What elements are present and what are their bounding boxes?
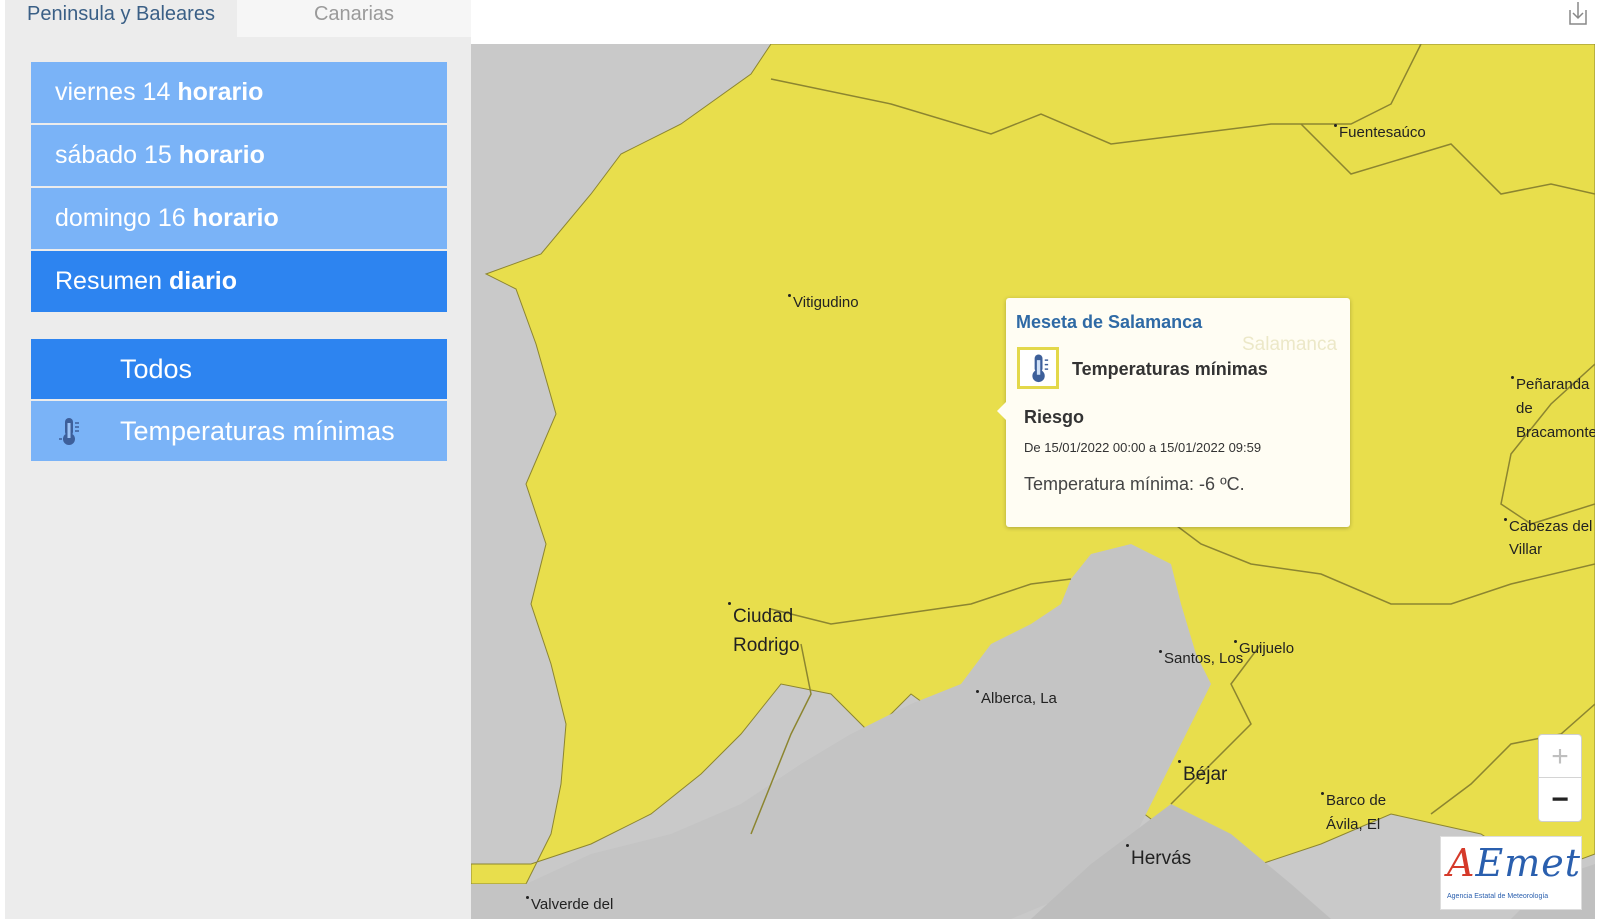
place-fuentesauco: Fuentesaúco <box>1334 124 1426 142</box>
side-panel: Peninsula y Baleares Canarias viernes 14… <box>5 0 471 919</box>
popup-phenomenon: Temperaturas mínimas <box>1072 359 1268 379</box>
zoom-control: + − <box>1538 734 1582 822</box>
day-name: viernes 14 <box>55 78 171 106</box>
place-vitigudino: Vitigudino <box>788 294 859 312</box>
day-name: Resumen <box>55 267 162 295</box>
day-button-viernes[interactable]: viernes 14 horario <box>31 62 447 123</box>
day-mode: diario <box>168 267 238 295</box>
place-barco: Barco de <box>1321 792 1386 810</box>
zoom-in-button[interactable]: + <box>1539 735 1581 778</box>
filter-label: Temperaturas mínimas <box>120 416 395 446</box>
place-cabezas: Cabezas del <box>1504 518 1592 536</box>
ghost-place-salamanca: Salamanca <box>1242 334 1338 355</box>
popup-icon-box <box>1017 347 1059 389</box>
phenomenon-filter-list: Todos Temperaturas mínimas <box>31 339 447 463</box>
day-button-resumen[interactable]: Resumen diario <box>31 251 447 312</box>
day-mode: horario <box>178 141 265 169</box>
day-mode: horario <box>192 204 279 232</box>
day-name: sábado 15 <box>55 141 172 169</box>
logo-subtitle: Agencia Estatal de Meteorología <box>1447 893 1549 900</box>
popup-dates: De 15/01/2022 00:00 a 15/01/2022 09:59 <box>1024 440 1262 455</box>
place-santos: Santos, Los <box>1159 650 1243 668</box>
place-valverde: Valverde del <box>526 896 613 914</box>
place-bejar: Béjar <box>1178 760 1227 789</box>
thermometer-icon <box>1032 354 1049 383</box>
region-tabs: Peninsula y Baleares Canarias <box>5 0 471 37</box>
place-ciudad-rodrigo-2: Rodrigo <box>733 635 800 656</box>
day-button-domingo[interactable]: domingo 16 horario <box>31 188 447 249</box>
logo-wordmark: AEmet <box>1447 841 1581 885</box>
filter-label: Todos <box>120 354 193 384</box>
aemet-logo: AEmet Agencia Estatal de Meteorología <box>1440 836 1582 910</box>
popup-description: Temperatura mínima: -6 ºC. <box>1024 474 1245 494</box>
place-guijuelo: Guijuelo <box>1234 640 1294 658</box>
place-barco-2: Ávila, El <box>1326 816 1381 833</box>
download-icon[interactable] <box>1567 0 1589 26</box>
zoom-out-button[interactable]: − <box>1539 778 1581 821</box>
popup-level: Riesgo <box>1024 407 1085 427</box>
day-name: domingo 16 <box>55 204 186 232</box>
day-list: viernes 14 horario sábado 15 horario dom… <box>31 62 447 314</box>
place-penaranda: Peñaranda <box>1511 376 1589 394</box>
place-alberca: Alberca, La <box>976 690 1057 708</box>
place-penaranda-2: de <box>1516 400 1533 417</box>
day-button-sabado[interactable]: sábado 15 horario <box>31 125 447 186</box>
filter-todos[interactable]: Todos <box>31 339 447 399</box>
place-ciudad-rodrigo: Ciudad <box>728 602 793 631</box>
place-cabezas-2: Villar <box>1509 541 1543 558</box>
filter-temperaturas-minimas[interactable]: Temperaturas mínimas <box>31 401 447 461</box>
day-mode: horario <box>177 78 264 106</box>
thermometer-icon <box>59 418 79 445</box>
popup-zone-title: Meseta de Salamanca <box>1016 312 1203 332</box>
warning-popup[interactable]: Salamanca Meseta de Salamanca Temperatur… <box>997 298 1350 527</box>
tab-peninsula[interactable]: Peninsula y Baleares <box>5 0 237 37</box>
place-hervas: Hervás <box>1126 844 1191 873</box>
tab-canarias[interactable]: Canarias <box>237 0 471 37</box>
place-penaranda-3: Bracamonte <box>1516 424 1595 441</box>
